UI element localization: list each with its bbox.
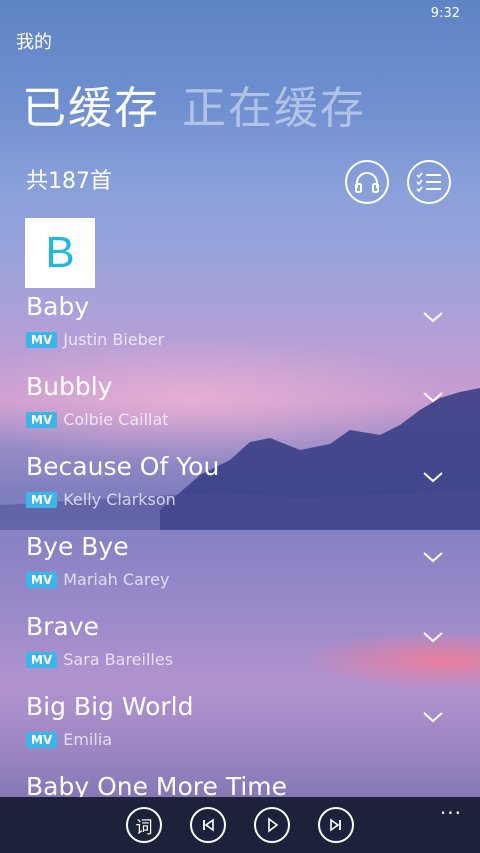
chevron-down-icon[interactable] bbox=[422, 470, 444, 484]
song-artist: Justin Bieber bbox=[63, 330, 165, 349]
song-list: Baby MV Justin Bieber Bubbly MV Colbie C… bbox=[0, 292, 480, 797]
previous-button[interactable] bbox=[190, 807, 226, 843]
mv-badge[interactable]: MV bbox=[26, 651, 58, 668]
app-bar: 词 ... bbox=[0, 795, 480, 853]
song-artist: Mariah Carey bbox=[63, 570, 170, 589]
list-item[interactable]: Bubbly MV Colbie Caillat bbox=[0, 372, 480, 452]
tab-cached[interactable]: 已缓存 bbox=[22, 83, 160, 134]
multiselect-button[interactable] bbox=[407, 160, 451, 204]
chevron-down-icon[interactable] bbox=[422, 390, 444, 404]
headphones-icon bbox=[355, 172, 379, 193]
song-title: Because Of You bbox=[26, 452, 220, 481]
mv-badge[interactable]: MV bbox=[26, 331, 58, 348]
song-artist: Kelly Clarkson bbox=[63, 490, 176, 509]
song-title: Brave bbox=[26, 612, 99, 641]
song-title: Baby One More Time bbox=[26, 772, 288, 797]
more-button[interactable]: ... bbox=[440, 795, 462, 819]
mv-badge[interactable]: MV bbox=[26, 731, 58, 748]
tab-caching[interactable]: 正在缓存 bbox=[182, 83, 366, 134]
song-title: Bye Bye bbox=[26, 532, 129, 561]
play-button[interactable] bbox=[254, 807, 290, 843]
next-icon bbox=[330, 818, 341, 832]
lyrics-label: 词 bbox=[135, 817, 153, 838]
list-item[interactable]: Baby One More Time bbox=[0, 772, 480, 797]
song-artist: Emilia bbox=[63, 730, 113, 749]
list-item[interactable]: Because Of You MV Kelly Clarkson bbox=[0, 452, 480, 532]
chevron-down-icon[interactable] bbox=[422, 710, 444, 724]
headphones-button[interactable] bbox=[345, 160, 389, 204]
list-item[interactable]: Bye Bye MV Mariah Carey bbox=[0, 532, 480, 612]
list-item[interactable]: Big Big World MV Emilia bbox=[0, 692, 480, 772]
previous-icon bbox=[203, 818, 214, 832]
group-letter-tile[interactable]: B bbox=[25, 218, 95, 288]
page-title: 我的 bbox=[16, 32, 52, 53]
chevron-down-icon[interactable] bbox=[422, 550, 444, 564]
list-item[interactable]: Brave MV Sara Bareilles bbox=[0, 612, 480, 692]
chevron-down-icon[interactable] bbox=[422, 630, 444, 644]
status-time: 9:32 bbox=[430, 6, 460, 21]
mv-badge[interactable]: MV bbox=[26, 491, 58, 508]
song-count: 共187首 bbox=[26, 169, 112, 194]
next-button[interactable] bbox=[318, 807, 354, 843]
chevron-down-icon[interactable] bbox=[422, 310, 444, 324]
mv-badge[interactable]: MV bbox=[26, 571, 58, 588]
song-title: Baby bbox=[26, 292, 90, 321]
song-title: Big Big World bbox=[26, 692, 194, 721]
song-artist: Sara Bareilles bbox=[63, 650, 174, 669]
song-title: Bubbly bbox=[26, 372, 113, 401]
pivot-header: 已缓存 正在缓存 bbox=[22, 72, 388, 136]
multiselect-icon bbox=[416, 172, 441, 193]
song-artist: Colbie Caillat bbox=[63, 410, 169, 429]
mv-badge[interactable]: MV bbox=[26, 411, 58, 428]
lyrics-button[interactable]: 词 bbox=[126, 807, 162, 843]
list-item[interactable]: Baby MV Justin Bieber bbox=[0, 292, 480, 372]
play-icon bbox=[268, 817, 279, 833]
